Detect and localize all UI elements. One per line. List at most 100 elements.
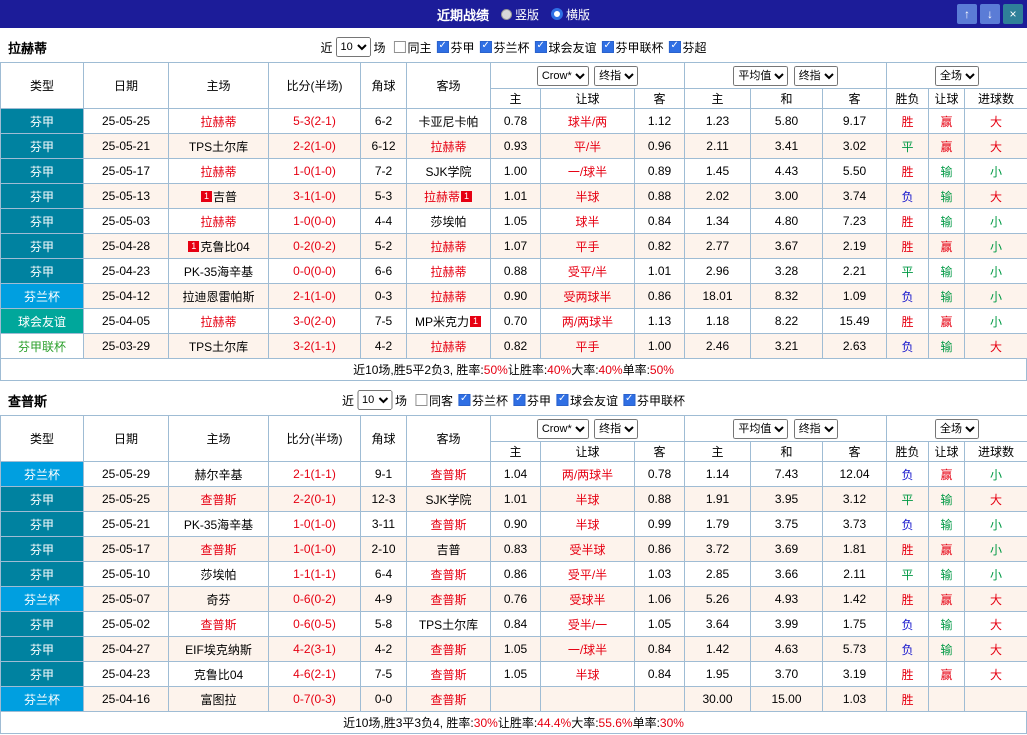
team-link[interactable]: 查普斯 bbox=[430, 468, 466, 482]
team-link[interactable]: 拉赫蒂 bbox=[430, 340, 466, 354]
league-filter-checkbox[interactable]: 芬甲联杯 bbox=[601, 39, 664, 56]
handicap-result-cell: 输 bbox=[928, 158, 966, 184]
team-link[interactable]: 克鲁比04 bbox=[200, 240, 249, 254]
team-link[interactable]: 拉赫蒂 bbox=[200, 315, 236, 329]
team-link[interactable]: PK-35海辛基 bbox=[184, 518, 253, 532]
team-link[interactable]: 吉普 bbox=[436, 543, 460, 557]
team-link[interactable]: 拉赫蒂 bbox=[430, 265, 466, 279]
home-team-cell: EIF埃克纳斯 bbox=[168, 636, 269, 662]
team-link[interactable]: EIF埃克纳斯 bbox=[185, 643, 252, 657]
team-link[interactable]: 查普斯 bbox=[200, 618, 236, 632]
score-cell: 3-2(1-1) bbox=[268, 333, 361, 359]
team-link[interactable]: 拉赫蒂 bbox=[424, 190, 460, 204]
col-type: 类型 bbox=[0, 415, 84, 462]
team-link[interactable]: SJK学院 bbox=[425, 165, 471, 179]
league-filter-checkbox[interactable]: 芬兰杯 bbox=[457, 392, 508, 409]
result-cell: 胜 bbox=[886, 233, 930, 259]
team-link[interactable]: TPS土尔库 bbox=[189, 340, 248, 354]
team-link[interactable]: 拉赫蒂 bbox=[200, 115, 236, 129]
avg-select[interactable]: 平均值 bbox=[733, 418, 789, 439]
team-link[interactable]: 赫尔辛基 bbox=[194, 468, 242, 482]
match-row: 芬甲 25-05-02 查普斯 0-6(0-5) 5-8 TPS土尔库 0.84 受半/一 1.… bbox=[0, 611, 1027, 637]
scroll-up-button[interactable]: ↑ bbox=[957, 4, 977, 24]
league-filter-checkbox[interactable]: 球会友谊 bbox=[534, 39, 597, 56]
odds-stage-select[interactable]: 终指 bbox=[594, 65, 639, 86]
scroll-down-button[interactable]: ↓ bbox=[980, 4, 1000, 24]
goals-cell: 大 bbox=[964, 586, 1027, 612]
league-filter-checkbox[interactable]: 芬超 bbox=[668, 39, 707, 56]
date-cell: 25-05-17 bbox=[83, 158, 169, 184]
same-venue-checkbox[interactable]: 同主 bbox=[393, 39, 431, 56]
team-link[interactable]: PK-35海辛基 bbox=[184, 265, 253, 279]
avg-home-cell: 3.72 bbox=[684, 536, 752, 562]
team-link[interactable]: 查普斯 bbox=[200, 493, 236, 507]
col-home: 主场 bbox=[168, 62, 269, 109]
avg-stage-select[interactable]: 终指 bbox=[793, 418, 838, 439]
rank-badge: 1 bbox=[470, 315, 481, 327]
match-count-select[interactable]: 10 bbox=[356, 390, 392, 410]
goals-cell: 小 bbox=[964, 536, 1027, 562]
team-link[interactable]: 卡亚尼卡帕 bbox=[418, 115, 478, 129]
checkbox-label: 同主 bbox=[407, 40, 432, 55]
handicap-result-cell: 赢 bbox=[928, 133, 966, 159]
league-filter-checkbox[interactable]: 芬甲 bbox=[436, 39, 475, 56]
team-link[interactable]: TPS土尔库 bbox=[189, 140, 248, 154]
team-link[interactable]: 查普斯 bbox=[200, 543, 236, 557]
layout-radio[interactable]: 横版 bbox=[551, 6, 590, 23]
handicap-result-cell: 输 bbox=[928, 283, 966, 309]
handicap-result-cell: 输 bbox=[928, 486, 966, 512]
team-link[interactable]: 查普斯 bbox=[430, 668, 466, 682]
radio-label: 竖版 bbox=[514, 7, 539, 22]
scope-select[interactable]: 全场 bbox=[935, 418, 980, 439]
handicap-result-cell: 输 bbox=[928, 333, 966, 359]
odds-stage-select[interactable]: 终指 bbox=[594, 418, 639, 439]
bookmaker-select[interactable]: Crow* bbox=[536, 65, 589, 86]
same-venue-checkbox[interactable]: 同客 bbox=[414, 392, 453, 409]
match-row: 芬甲 25-05-25 查普斯 2-2(0-1) 12-3 SJK学院 1.01 半球 0.88… bbox=[0, 486, 1027, 512]
scope-select[interactable]: 全场 bbox=[935, 65, 980, 86]
layout-radio[interactable]: 竖版 bbox=[500, 6, 539, 23]
team-section-lahti: 拉赫蒂 近 10 场 同主芬甲芬兰杯球会友谊芬甲联杯芬超 类型 日期 主场 比分… bbox=[0, 32, 1027, 381]
result-cell: 平 bbox=[886, 258, 930, 284]
result-header-cell: 全场 bbox=[886, 62, 1027, 89]
checkbox-icon bbox=[534, 40, 547, 53]
team-link[interactable]: 莎埃帕 bbox=[200, 568, 236, 582]
team-link[interactable]: 查普斯 bbox=[430, 593, 466, 607]
goals-cell: 小 bbox=[964, 308, 1027, 334]
avg-select[interactable]: 平均值 bbox=[733, 65, 789, 86]
team-link[interactable]: 拉赫蒂 bbox=[430, 240, 466, 254]
team-link[interactable]: 查普斯 bbox=[430, 693, 466, 707]
team-link[interactable]: 吉普 bbox=[213, 190, 237, 204]
team-link[interactable]: 拉赫蒂 bbox=[200, 215, 236, 229]
score-cell: 1-1(1-1) bbox=[268, 561, 361, 587]
match-count-select[interactable]: 10 bbox=[335, 37, 371, 57]
close-button[interactable]: × bbox=[1003, 4, 1023, 24]
odds-handicap-cell: 半球 bbox=[540, 511, 635, 537]
checkbox-icon bbox=[479, 40, 492, 53]
team-link[interactable]: 富图拉 bbox=[200, 693, 236, 707]
league-filter-checkbox[interactable]: 芬兰杯 bbox=[479, 39, 530, 56]
team-link[interactable]: 查普斯 bbox=[430, 518, 466, 532]
team-link[interactable]: 查普斯 bbox=[430, 568, 466, 582]
goals-cell: 小 bbox=[964, 283, 1027, 309]
team-link[interactable]: 拉赫蒂 bbox=[430, 290, 466, 304]
away-team-cell: 拉赫蒂 1 bbox=[406, 183, 491, 209]
league-filter-checkbox[interactable]: 芬甲联杯 bbox=[623, 392, 685, 409]
team-link[interactable]: SJK学院 bbox=[425, 493, 471, 507]
team-link[interactable]: 拉迪恩雷帕斯 bbox=[182, 290, 254, 304]
team-link[interactable]: 拉赫蒂 bbox=[430, 140, 466, 154]
avg-stage-select[interactable]: 终指 bbox=[793, 65, 838, 86]
page-title: 近期战绩 bbox=[436, 7, 489, 23]
date-cell: 25-05-29 bbox=[83, 461, 169, 487]
league-filter-checkbox[interactable]: 芬甲 bbox=[513, 392, 551, 409]
team-link[interactable]: 拉赫蒂 bbox=[200, 165, 236, 179]
bookmaker-select[interactable]: Crow* bbox=[536, 418, 589, 439]
team-link[interactable]: 克鲁比04 bbox=[194, 668, 243, 682]
league-filter-checkbox[interactable]: 球会友谊 bbox=[556, 392, 618, 409]
team-link[interactable]: 奇芬 bbox=[206, 593, 230, 607]
team-link[interactable]: MP米克力 bbox=[415, 315, 469, 329]
team-link[interactable]: 查普斯 bbox=[430, 643, 466, 657]
team-link[interactable]: 莎埃帕 bbox=[430, 215, 466, 229]
team-link[interactable]: TPS土尔库 bbox=[419, 618, 478, 632]
col-odds-handicap: 让球 bbox=[540, 441, 635, 462]
